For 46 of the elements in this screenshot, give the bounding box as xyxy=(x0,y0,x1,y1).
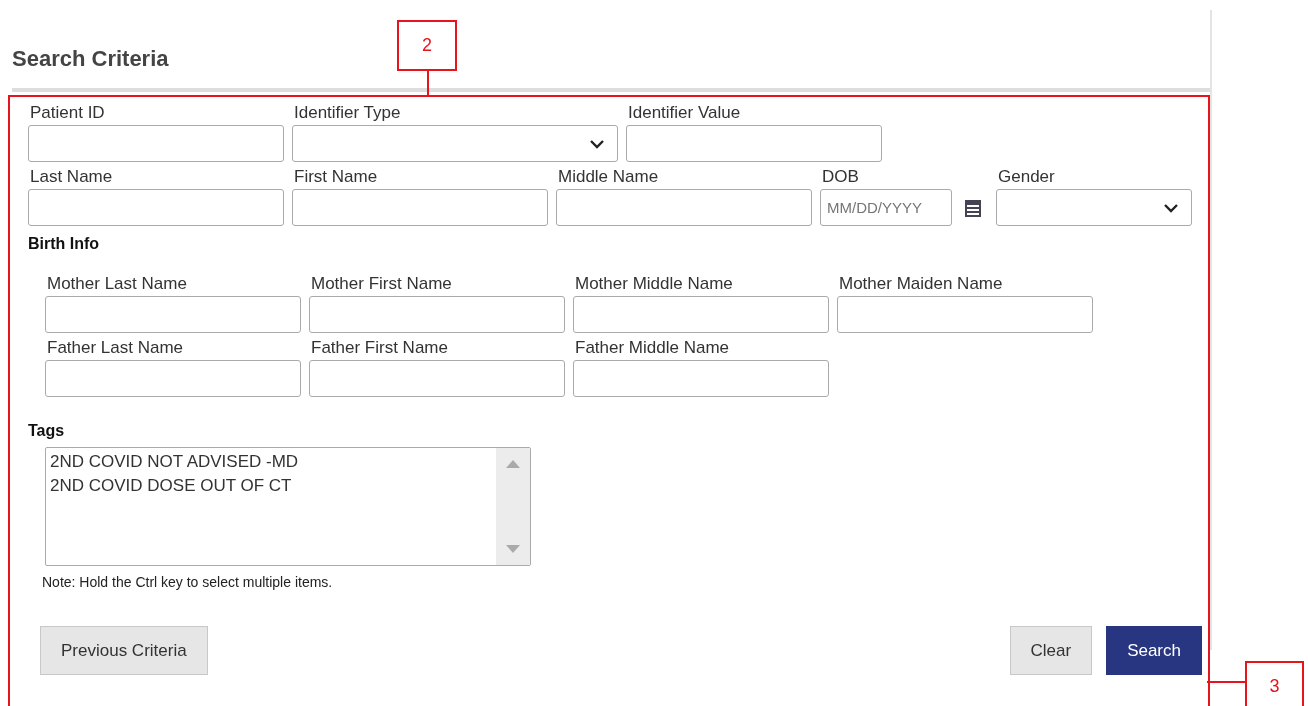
field-label[interactable]: Middle Name xyxy=(556,167,812,189)
text-field[interactable] xyxy=(573,296,829,333)
text-field[interactable] xyxy=(309,296,565,333)
field-label[interactable]: Mother Middle Name xyxy=(573,274,829,296)
field-label[interactable]: Father First Name xyxy=(309,338,565,360)
field-label[interactable]: Identifier Type xyxy=(292,103,618,125)
scroll-up-icon[interactable] xyxy=(506,460,520,468)
field-label[interactable]: First Name xyxy=(292,167,548,189)
dropdown[interactable] xyxy=(292,125,618,162)
field-label[interactable]: Patient ID xyxy=(28,103,284,125)
field-label[interactable]: Father Middle Name xyxy=(573,338,829,360)
section-heading: Birth Info xyxy=(28,234,101,254)
dropdown[interactable] xyxy=(996,189,1192,226)
field-label[interactable]: Last Name xyxy=(28,167,284,189)
text-field[interactable] xyxy=(292,189,548,226)
search-button[interactable]: Search xyxy=(1106,626,1202,675)
action-button[interactable]: Previous Criteria xyxy=(40,626,208,675)
chevron-down-icon xyxy=(1163,202,1179,213)
field-label[interactable]: Father Last Name xyxy=(45,338,301,360)
text-field[interactable] xyxy=(28,189,284,226)
text-field[interactable] xyxy=(28,125,284,162)
field-label[interactable]: Identifier Value xyxy=(626,103,882,125)
scroll-down-icon[interactable] xyxy=(506,545,520,553)
text-field[interactable] xyxy=(573,360,829,397)
text-field[interactable] xyxy=(45,360,301,397)
callout-label: 2 xyxy=(397,20,457,71)
callout-label: 3 xyxy=(1245,661,1304,706)
text-field[interactable] xyxy=(556,189,812,226)
list-option[interactable]: 2ND COVID NOT ADVISED -MD xyxy=(50,450,492,474)
text-field[interactable] xyxy=(626,125,882,162)
section-title: Search Criteria xyxy=(12,46,169,73)
help-note: Note: Hold the Ctrl key to select multiple items. xyxy=(42,573,334,592)
field-label[interactable]: Mother Maiden Name xyxy=(837,274,1093,296)
field-label[interactable]: Mother Last Name xyxy=(45,274,301,296)
text-field[interactable] xyxy=(45,296,301,333)
field-label[interactable]: Mother First Name xyxy=(309,274,565,296)
section-heading: Tags xyxy=(28,421,66,441)
calendar-icon[interactable] xyxy=(964,197,982,218)
action-button[interactable]: Clear xyxy=(1009,626,1093,675)
text-field[interactable] xyxy=(309,360,565,397)
chevron-down-icon xyxy=(589,138,605,149)
text-field[interactable] xyxy=(837,296,1093,333)
field-label[interactable]: Gender xyxy=(996,167,1192,189)
list-option[interactable]: 2ND COVID DOSE OUT OF CT xyxy=(50,474,492,498)
date-field[interactable]: MM/DD/YYYY xyxy=(820,189,952,226)
field-label[interactable]: DOB xyxy=(820,167,988,189)
